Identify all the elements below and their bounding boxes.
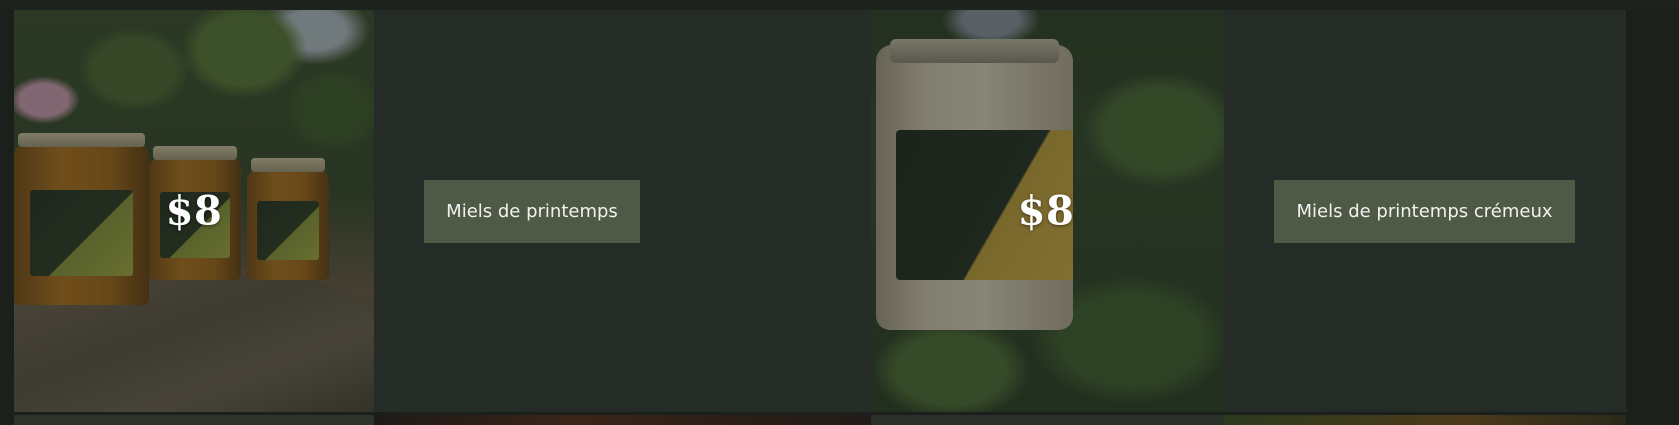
top-edge [0,0,1679,10]
product-name-button[interactable]: Miels de printemps [424,180,640,243]
next-row-image[interactable] [1224,415,1626,425]
product-price: $8 [165,187,223,235]
product-panel-spring-honey: Miels de printemps [374,10,871,412]
next-row-panel [871,415,1224,425]
next-row-image[interactable] [374,415,871,425]
product-price: $8 [1017,187,1075,235]
product-image-creamy-spring-honey[interactable]: $8 [871,10,1224,412]
product-image-spring-honey[interactable]: $8 [14,10,374,412]
product-panel-creamy-spring-honey: Miels de printemps crémeux [1224,10,1626,412]
product-grid: $8 Miels de printemps $8 Miels de printe… [0,0,1679,425]
next-row-panel [14,415,374,425]
product-name-button[interactable]: Miels de printemps crémeux [1274,180,1575,243]
